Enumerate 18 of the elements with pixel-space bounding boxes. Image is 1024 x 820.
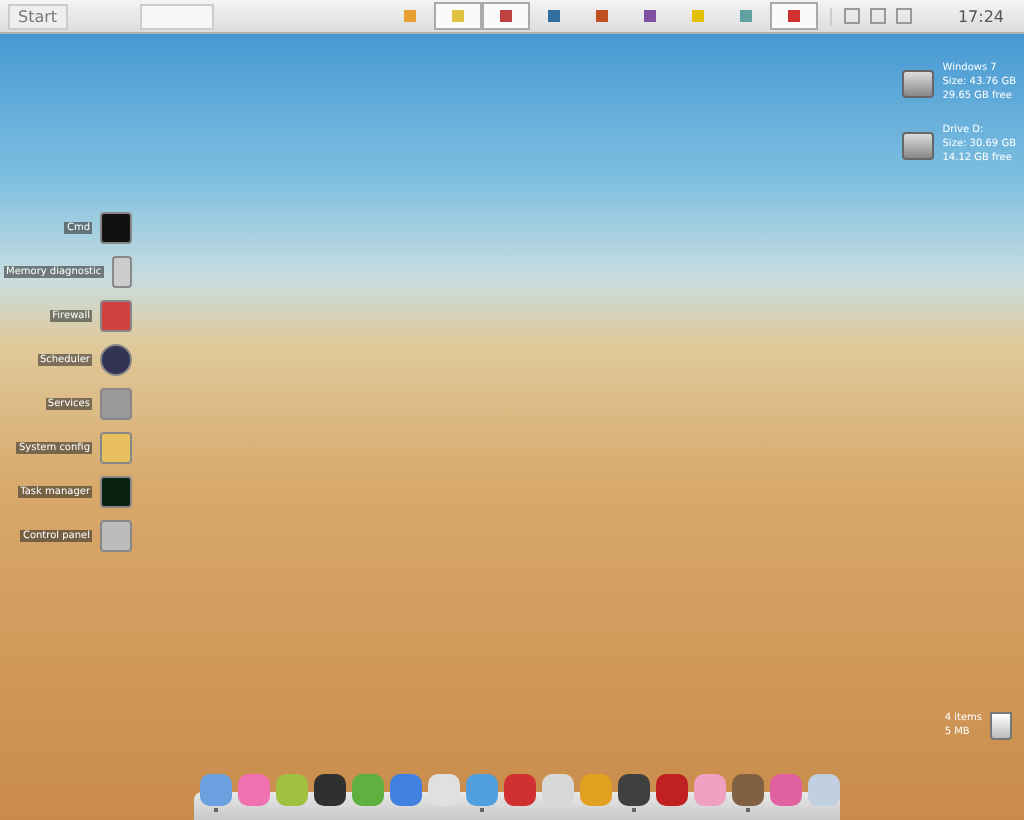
task-button[interactable] — [769, 2, 818, 30]
dock-app-icon[interactable] — [732, 774, 764, 806]
start-button[interactable]: Start — [8, 3, 68, 29]
trash-icon[interactable] — [990, 712, 1012, 740]
hard-drive-icon[interactable] — [902, 131, 935, 159]
dock-app-icon[interactable] — [656, 774, 688, 806]
dock-app-icon[interactable] — [314, 774, 346, 806]
search-field[interactable] — [139, 3, 214, 29]
dock-app-icon[interactable] — [618, 774, 650, 806]
task-button[interactable] — [433, 2, 482, 30]
running-indicator — [480, 808, 484, 812]
clock: 17:24 — [957, 7, 1004, 25]
task-button[interactable] — [481, 2, 530, 30]
running-indicator — [632, 808, 636, 812]
running-indicator — [746, 808, 750, 812]
hard-drive-icon[interactable] — [902, 69, 935, 97]
running-indicator — [214, 808, 218, 812]
tray-icon[interactable] — [843, 8, 860, 24]
